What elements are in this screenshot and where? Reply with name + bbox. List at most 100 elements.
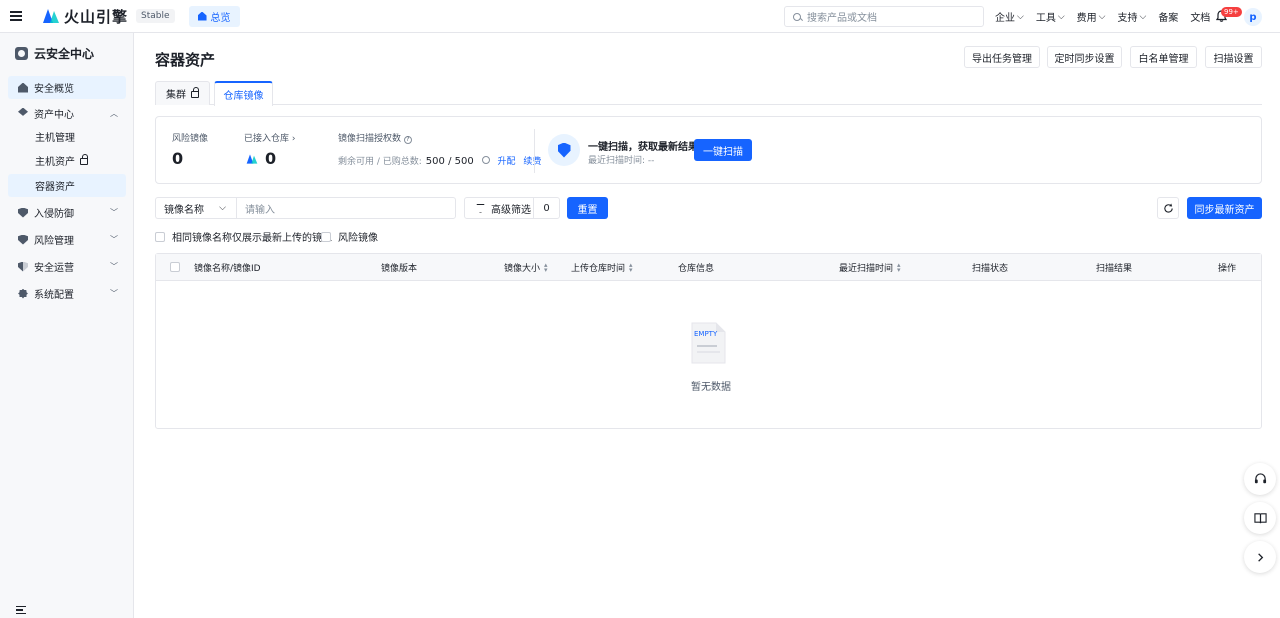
sync-assets-button[interactable]: 同步最新资产 [1187,197,1262,219]
whitelist-button[interactable]: 白名单管理 [1130,46,1197,68]
checkbox-label: 相同镜像名称仅展示最新上传的镜像 [172,233,332,244]
customer-service-button[interactable] [1244,463,1276,495]
brand-name: 火山引擎 [64,7,129,26]
nav-billing[interactable]: 费用 [1077,9,1106,24]
nav-docs[interactable]: 文档 [1190,9,1210,24]
col-last-scan-time[interactable]: 最近扫描时间 ▴ ▾ [839,254,901,281]
export-tasks-button[interactable]: 导出任务管理 [964,46,1040,68]
search-input[interactable]: 搜索产品或文档 [784,6,984,27]
menu-icon[interactable] [0,0,32,33]
chevron-down-icon: ﹀ [110,208,118,217]
field-select[interactable]: 镜像名称 ⌵ [155,197,236,219]
sidebar-item-host-assets[interactable]: 主机资产 [8,149,126,172]
sidebar-item-system-config[interactable]: 系统配置 ﹀ [8,282,126,305]
sort-icon: ▴ ▾ [629,260,633,274]
search-value-input[interactable]: 请输入 [236,197,456,219]
notification-badge: 99+ [1221,7,1242,17]
top-nav-links: 企业 工具 费用 支持 备案 文档 [995,0,1210,33]
repos-value[interactable]: 0 [265,149,276,168]
chevron-right-icon: › [291,134,296,144]
nav-filing[interactable]: 备案 [1158,9,1178,24]
nav-support[interactable]: 支持 [1117,9,1146,24]
brand-logo[interactable]: 火山引擎 [42,6,128,27]
avatar[interactable]: p [1244,8,1262,26]
search-placeholder: 搜索产品或文档 [807,13,877,24]
upgrade-link[interactable]: 升配 [497,157,515,167]
refresh-button[interactable] [1157,197,1179,219]
gear-icon [18,288,28,299]
tab-cluster[interactable]: 集群 [155,81,210,105]
expand-button[interactable] [1244,541,1276,573]
sidebar-item-security-ops[interactable]: 安全运营 ﹀ [8,255,126,278]
docs-button[interactable] [1244,502,1276,534]
sidebar-item-overview[interactable]: 安全概览 [8,76,126,99]
checkbox-label: 风险镜像 [338,233,378,244]
headset-icon [1254,472,1266,483]
col-actions: 操作 [1218,264,1237,274]
nav-enterprise[interactable]: 企业 [995,9,1024,24]
filter-icon [476,203,485,213]
chevron-down-icon: ⌵ [219,203,226,213]
sidebar-item-intrusion-prevention[interactable]: 入侵防御 ﹀ [8,201,126,224]
reset-button[interactable]: 重置 [567,197,608,219]
col-image-version: 镜像版本 [381,264,418,274]
home-tab[interactable]: 总览 [188,5,240,27]
cloud-security-icon [15,46,28,60]
scheduled-sync-button[interactable]: 定时同步设置 [1047,46,1122,68]
volcengine-logo-icon [43,9,59,23]
collapse-sidebar-icon[interactable] [16,606,26,614]
sidebar-item-risk-management[interactable]: 风险管理 ﹀ [8,228,126,251]
home-icon [197,11,207,21]
tab-bar: 集群 仓库镜像 [155,81,1262,106]
env-tag: Stable [136,9,175,23]
page-title: 容器资产 [155,51,216,69]
risk-images-value[interactable]: 0 [172,149,183,168]
col-scan-result: 扫描结果 [1096,264,1133,274]
col-image-name: 镜像名称/镜像ID [194,264,261,274]
sidebar-item-host-management[interactable]: 主机管理 [8,125,126,148]
chevron-down-icon: ﹀ [110,235,118,244]
stats-divider [534,129,535,173]
col-image-size[interactable]: 镜像大小 ▴ ▾ [504,254,548,281]
chevron-down-icon: ﹀ [110,289,118,298]
chevron-down-icon: ﹀ [110,262,118,271]
stats-panel: 风险镜像 0 已接入仓库 › 0 镜像扫描授权数 ? 剩余可用 / 已购总数: 5… [155,116,1262,184]
lock-icon [191,87,199,98]
col-scan-status: 扫描状态 [972,264,1009,274]
scan-auth-label: 镜像扫描授权数 ? [338,131,412,144]
tab-repo-images[interactable]: 仓库镜像 [214,81,273,106]
scan-auth-row: 剩余可用 / 已购总数: 500 / 500 升配 续费 [338,156,542,167]
select-all-checkbox[interactable] [170,262,180,272]
risk-image-checkbox[interactable]: 风险镜像 [321,229,378,244]
sidebar-item-asset-center[interactable]: 资产中心 ︿ [8,102,126,125]
checkbox[interactable] [155,231,165,242]
repos-label[interactable]: 已接入仓库 › [244,131,296,144]
sort-icon: ▴ ▾ [897,260,901,274]
sidebar-item-label: 安全概览 [34,84,74,95]
sidebar-title: 云安全中心 [0,34,133,72]
advanced-filter-button[interactable]: 高级筛选 0 [464,197,560,219]
checkbox[interactable] [321,231,331,242]
latest-image-checkbox[interactable]: 相同镜像名称仅展示最新上传的镜像 [155,229,332,244]
help-icon: ? [403,136,412,144]
refresh-icon [1163,202,1173,213]
col-upload-time[interactable]: 上传仓库时间 ▴ ▾ [571,254,633,281]
shield-half-icon [18,261,28,272]
renew-link[interactable]: 续费 [523,157,541,167]
scan-settings-button[interactable]: 扫描设置 [1205,46,1262,68]
book-icon [1253,512,1267,523]
house-icon [18,82,28,93]
tab-label: 仓库镜像 [223,91,264,102]
chevron-right-icon [1257,552,1263,562]
shield-alert-icon [18,207,28,218]
sort-icon: ▴ ▾ [544,260,548,274]
one-click-scan-button[interactable]: 一键扫描 [694,139,752,161]
table-header: 镜像名称/镜像ID 镜像版本 镜像大小 ▴ ▾ 上传仓库时间 ▴ ▾ 仓库信息 最近扫描… [156,254,1261,281]
sidebar-item-label: 风险管理 [34,236,74,247]
clock-icon [481,156,490,164]
sidebar-item-container-assets[interactable]: 容器资产 [8,174,126,197]
nav-tools[interactable]: 工具 [1036,9,1065,24]
sidebar-item-label: 资产中心 [34,110,74,121]
home-tab-label: 总览 [210,12,231,24]
chevron-up-icon: ︿ [110,109,118,118]
